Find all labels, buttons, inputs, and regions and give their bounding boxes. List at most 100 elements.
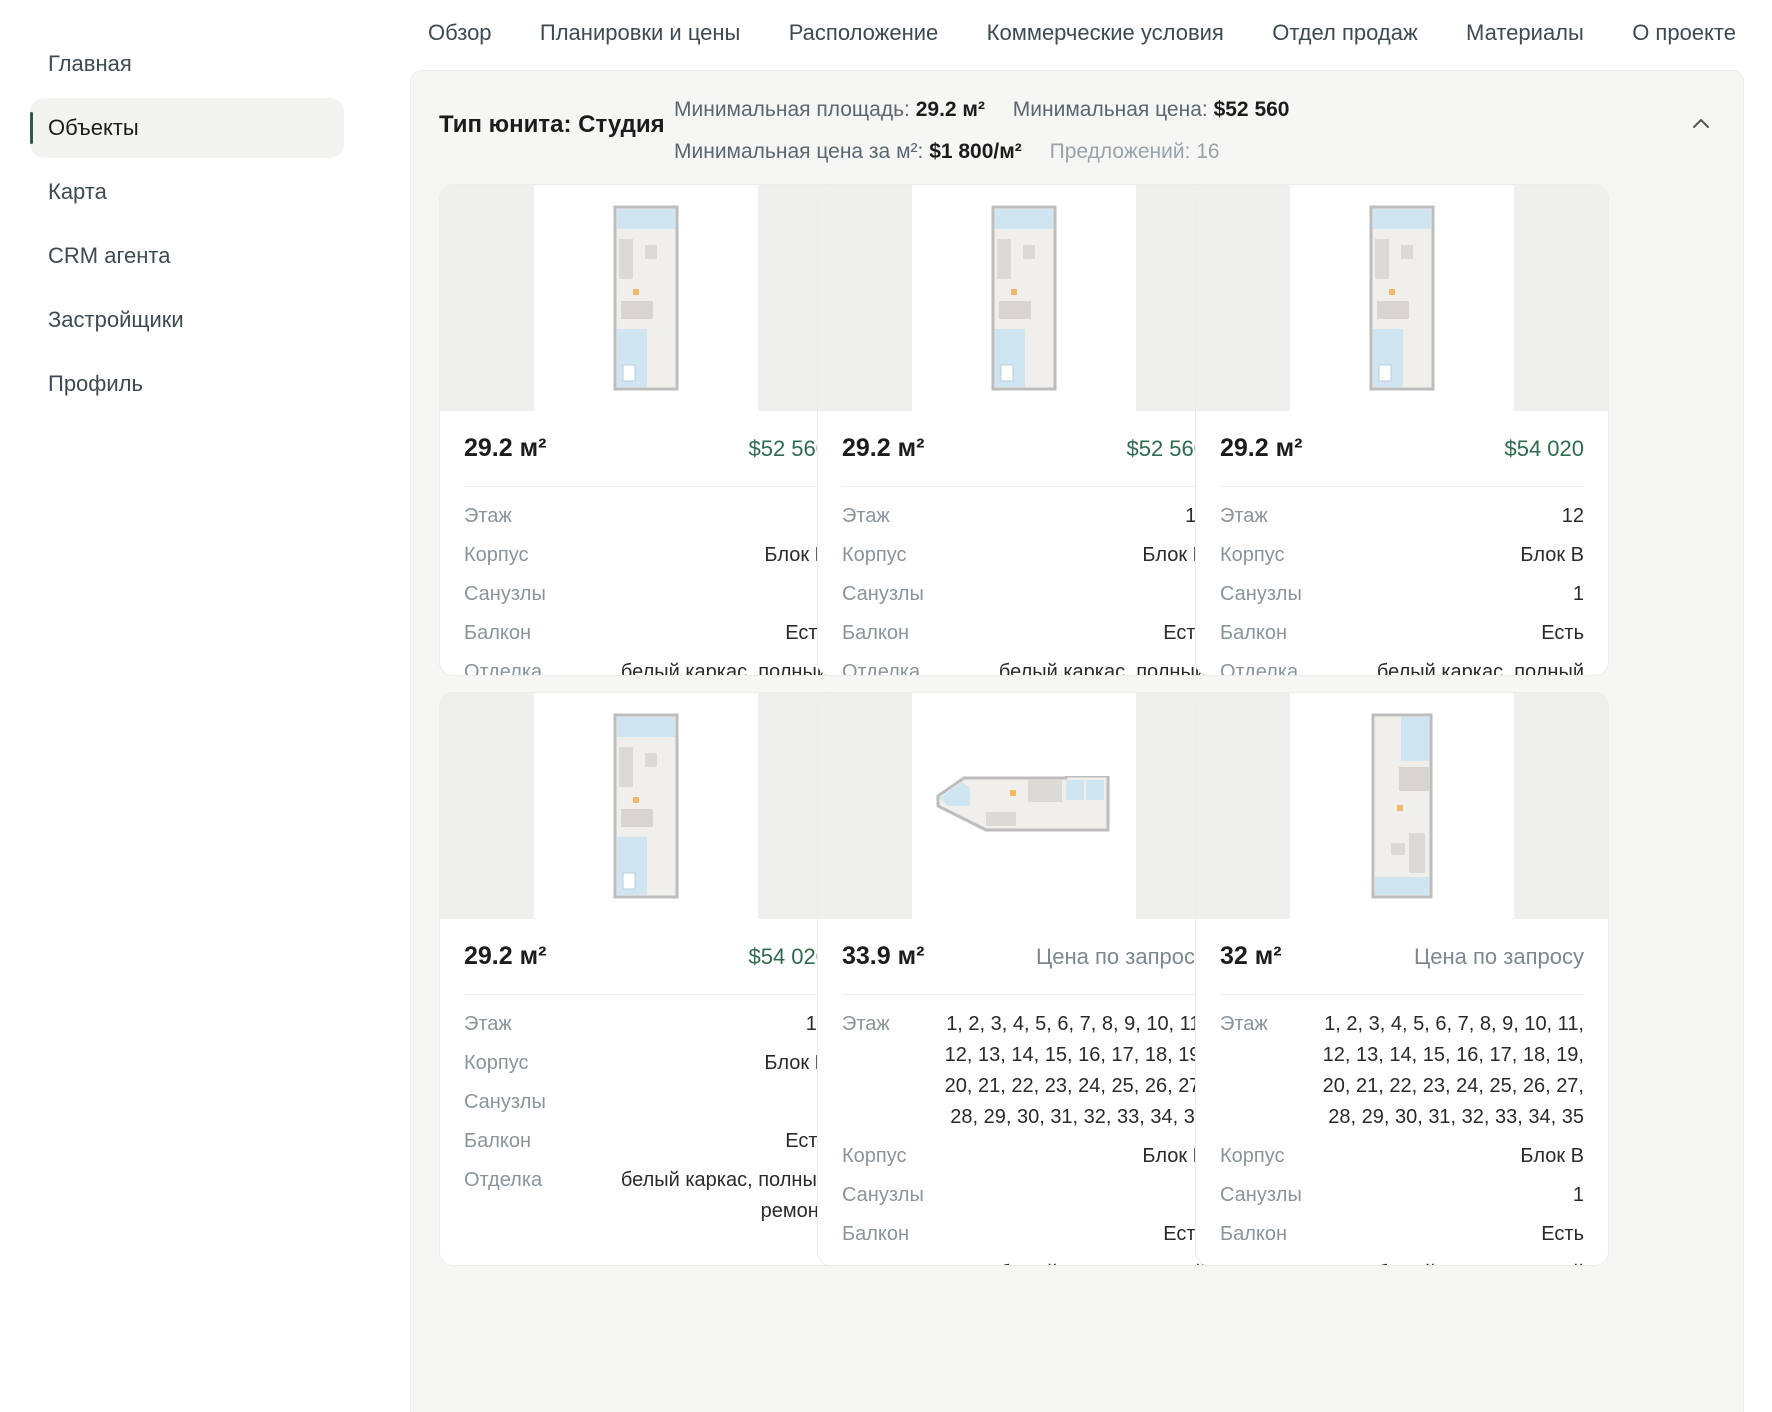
unit-card[interactable]: 33.9 м² Цена по запросу Этаж 1, 2, 3, 4, … (817, 692, 1231, 1266)
floor-value: 1, 2, 3, 4, 5, 6, 7, 8, 9, 10, 11, 12, 1… (944, 1013, 1206, 1128)
floor-plan-image (1290, 185, 1514, 411)
bathrooms-row: Санузлы1 (464, 575, 828, 614)
unit-type-panel: Тип юнита: Студия Минимальная площадь: 2… (410, 70, 1744, 1412)
floor-row: Этаж8 (464, 497, 828, 536)
floor-value: 12 (1561, 505, 1584, 527)
sidebar-item-crm[interactable]: CRM агента (30, 226, 344, 286)
min-area-stat: Минимальная площадь: 29.2 м² (674, 98, 985, 121)
unit-area: 29.2 м² (842, 434, 925, 462)
unit-card[interactable]: 29.2 м² $52 560 Этаж11 КорпусБлок B Сану… (817, 184, 1231, 676)
unit-price: $54 020 (1504, 435, 1584, 461)
min-price-sqm-stat: Минимальная цена за м²: $1 800/м² (674, 140, 1022, 163)
floor-row: Этаж 12 (1220, 497, 1584, 536)
balcony-row: Балкон Есть (842, 1215, 1206, 1254)
finish-value: белый каркас, полный ремонт (1376, 661, 1584, 676)
balcony-row: Балкон Есть (1220, 1215, 1584, 1254)
balcony-value: Есть (1541, 1223, 1584, 1245)
sidebar: Главная Объекты Карта CRM агента Застрой… (0, 0, 380, 1412)
building-row: Корпус Блок B (842, 536, 1206, 575)
finish-row: Отделкабелый каркас, полный ремонт (1220, 653, 1584, 676)
tab-sales-office[interactable]: Отдел продаж (1272, 20, 1417, 46)
bathrooms-row: Санузлы1 (842, 1176, 1206, 1215)
min-price-stat: Минимальная цена: $52 560 (1012, 98, 1290, 121)
floor-plan-image (534, 185, 758, 411)
unit-area: 32 м² (1220, 942, 1282, 970)
sidebar-item-label: Профиль (48, 371, 143, 396)
finish-value: белый каркас, полный ремонт (998, 661, 1206, 676)
unit-price: Цена по запросу (1414, 943, 1584, 969)
bathrooms-row: Санузлы1 (842, 575, 1206, 614)
building-row: Корпус Блок B (1220, 1137, 1584, 1176)
sidebar-item-label: Застройщики (48, 307, 184, 332)
tab-materials[interactable]: Материалы (1466, 20, 1584, 46)
floor-plan-image (534, 693, 758, 919)
finish-value: белый каркас, полный ремонт (1322, 1258, 1584, 1265)
balcony-row: Балкон Есть (842, 614, 1206, 653)
floor-plan-image (1290, 693, 1514, 919)
balcony-value: Есть (1541, 622, 1584, 644)
unit-card[interactable]: 29.2 м² $52 560 Этаж8 КорпусБлок B Сануз… (439, 184, 853, 676)
finish-row: Отделкабелый каркас, полный ремонт (464, 1161, 828, 1231)
tab-layouts-prices[interactable]: Планировки и цены (540, 20, 740, 46)
unit-card[interactable]: 32 м² Цена по запросу Этаж 1, 2, 3, 4, 5,… (1195, 692, 1609, 1266)
tab-overview[interactable]: Обзор (428, 20, 492, 46)
floor-plan-area (440, 185, 852, 411)
unit-price: Цена по запросу (1036, 943, 1206, 969)
building-row: Корпус Блок B (464, 1044, 828, 1083)
unit-area: 29.2 м² (464, 434, 547, 462)
finish-row: Отделкабелый каркас, полный ремонт (464, 653, 828, 676)
unit-card[interactable]: 29.2 м² $54 020 Этаж14 КорпусБлок B Сану… (439, 692, 853, 1266)
bathrooms-value: 1 (1572, 583, 1584, 605)
tab-about[interactable]: О проекте (1632, 20, 1736, 46)
sidebar-item-label: Объекты (48, 115, 139, 140)
finish-value: белый каркас, полный ремонт (944, 1258, 1206, 1265)
finish-row: Отделкабелый каркас, полный ремонт (842, 1254, 1206, 1265)
finish-row: Отделкабелый каркас, полный ремонт (1220, 1254, 1584, 1265)
sidebar-item-home[interactable]: Главная (30, 34, 344, 94)
finish-value: белый каркас, полный ремонт (620, 1169, 828, 1222)
sidebar-item-label: CRM агента (48, 243, 171, 268)
building-value: Блок B (1520, 544, 1584, 566)
balcony-row: Балкон Есть (1220, 614, 1584, 653)
chevron-up-icon[interactable] (1689, 111, 1713, 135)
unit-area: 29.2 м² (1220, 434, 1303, 462)
building-value: Блок B (1520, 1145, 1584, 1167)
bathrooms-row: Санузлы1 (1220, 575, 1584, 614)
building-row: Корпус Блок B (842, 1137, 1206, 1176)
unit-stats: Минимальная площадь: 29.2 м² Минимальная… (674, 89, 1312, 173)
bathrooms-row: Санузлы1 (1220, 1176, 1584, 1215)
project-tabs: Обзор Планировки и цены Расположение Ком… (410, 0, 1772, 66)
balcony-row: Балкон Есть (464, 1122, 828, 1161)
bathrooms-value: 1 (1572, 1184, 1584, 1206)
tab-commercial-terms[interactable]: Коммерческие условия (987, 20, 1224, 46)
offers-count: Предложений: 16 (1049, 140, 1220, 163)
sidebar-item-developers[interactable]: Застройщики (30, 290, 344, 350)
sidebar-item-map[interactable]: Карта (30, 162, 344, 222)
floor-plan-area (1196, 185, 1608, 411)
floor-plan-area (440, 693, 852, 919)
floor-plan-area (818, 185, 1230, 411)
floor-plan-area (1196, 693, 1608, 919)
floor-value: 1, 2, 3, 4, 5, 6, 7, 8, 9, 10, 11, 12, 1… (1322, 1013, 1584, 1128)
floor-row: Этаж11 (842, 497, 1206, 536)
floor-row: Этаж 1, 2, 3, 4, 5, 6, 7, 8, 9, 10, 11, 1… (1220, 1005, 1584, 1137)
sidebar-item-profile[interactable]: Профиль (30, 354, 344, 414)
bathrooms-row: Санузлы1 (464, 1083, 828, 1122)
building-row: Корпус Блок B (1220, 536, 1584, 575)
floor-plan-area (818, 693, 1230, 919)
unit-area: 29.2 м² (464, 942, 547, 970)
finish-value: белый каркас, полный ремонт (620, 661, 828, 676)
finish-row: Отделкабелый каркас, полный ремонт (842, 653, 1206, 676)
floor-row: Этаж14 (464, 1005, 828, 1044)
sidebar-item-objects[interactable]: Объекты (30, 98, 344, 158)
floor-row: Этаж 1, 2, 3, 4, 5, 6, 7, 8, 9, 10, 11, 1… (842, 1005, 1206, 1137)
floor-plan-image (912, 693, 1136, 919)
unit-type-title: Тип юнита: Студия (439, 111, 665, 138)
tab-location[interactable]: Расположение (789, 20, 939, 46)
unit-card[interactable]: 29.2 м² $54 020 Этаж 12 Корпус Блок B Сану… (1195, 184, 1609, 676)
floor-plan-image (912, 185, 1136, 411)
unit-type-header[interactable]: Тип юнита: Студия Минимальная площадь: 2… (411, 71, 1743, 181)
building-row: Корпус Блок B (464, 536, 828, 575)
sidebar-item-label: Карта (48, 179, 107, 204)
unit-area: 33.9 м² (842, 942, 925, 970)
